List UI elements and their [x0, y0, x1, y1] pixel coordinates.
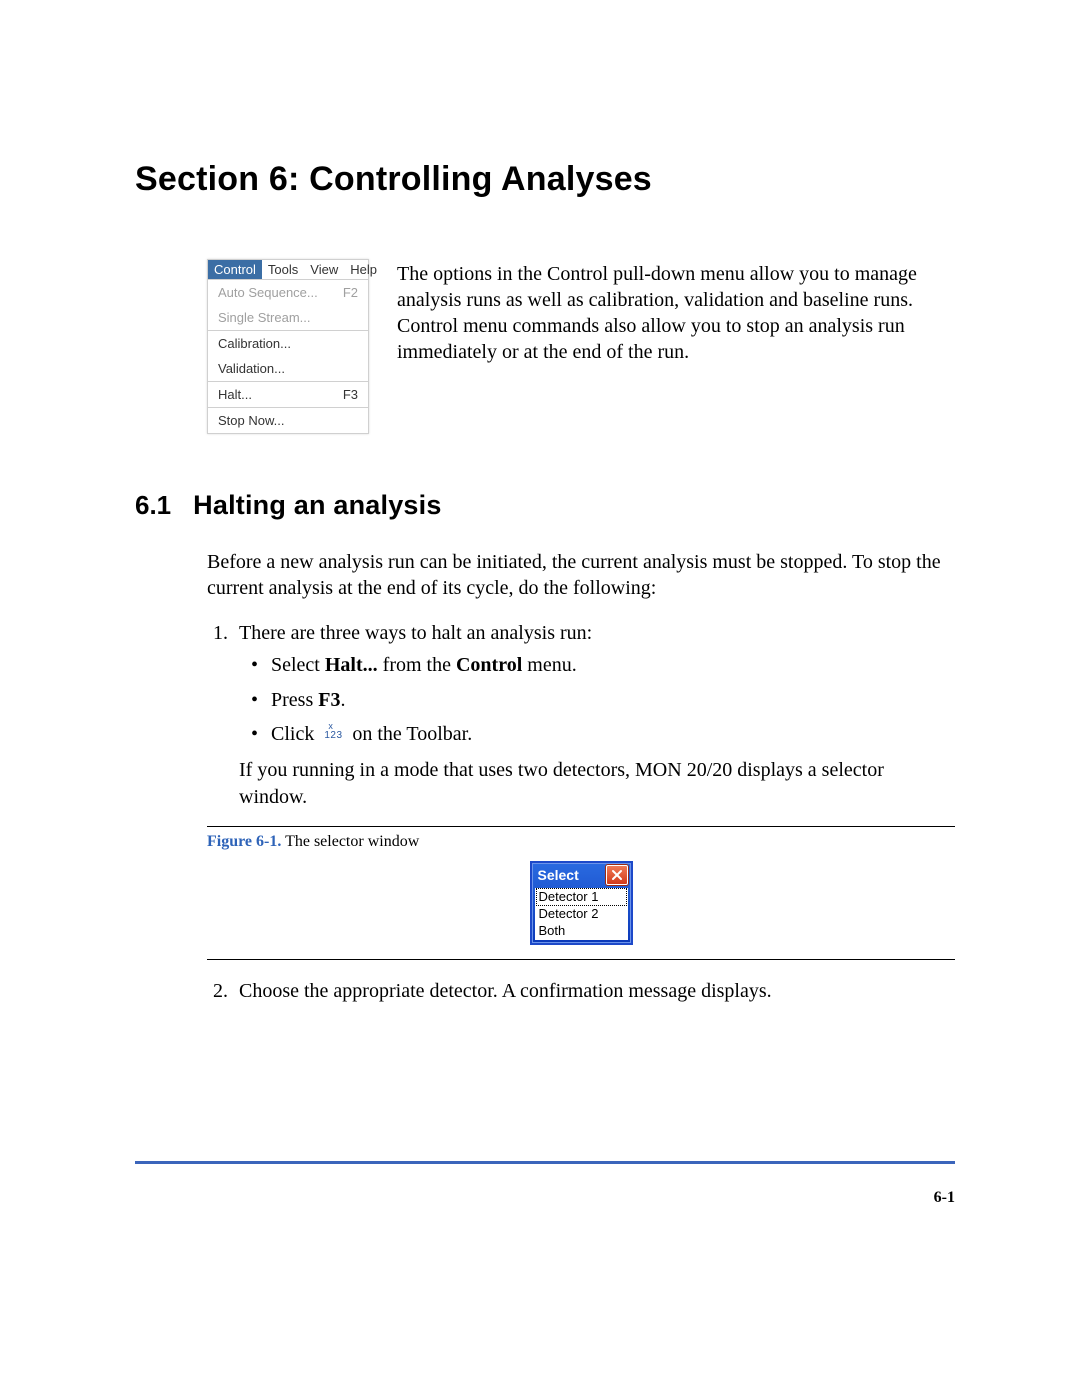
text-bold: F3 — [318, 689, 340, 711]
menu-item-label: Validation... — [218, 361, 285, 376]
text: Select — [271, 654, 325, 676]
step-2-text: Choose the appropriate detector. A confi… — [239, 980, 772, 1002]
selector-option-detector-2[interactable]: Detector 2 — [535, 906, 628, 923]
close-button[interactable] — [606, 865, 628, 885]
selector-option-detector-1[interactable]: Detector 1 — [536, 888, 627, 906]
step-2: Choose the appropriate detector. A confi… — [233, 978, 955, 1004]
text-bold: Halt... — [325, 654, 378, 676]
control-menu: Control Tools View Help Auto Sequence...… — [207, 259, 369, 434]
text: . — [340, 689, 345, 711]
bullet-click-toolbar: Click x123 on the Toolbar. — [251, 721, 955, 747]
step-1: There are three ways to halt an analysis… — [233, 620, 955, 810]
menu-item-label: Halt... — [218, 387, 252, 402]
figure-caption-text: The selector window — [281, 833, 419, 850]
figure-caption: Figure 6-1. The selector window — [207, 833, 955, 851]
step-1-note: If you running in a mode that uses two d… — [239, 757, 955, 810]
text-bold: Control — [456, 654, 522, 676]
text: on the Toolbar. — [347, 723, 472, 745]
bullet-press-f3: Press F3. — [251, 687, 955, 713]
figure-number: Figure 6-1. — [207, 833, 281, 850]
selector-list: Detector 1 Detector 2 Both — [535, 888, 628, 940]
selector-option-both[interactable]: Both — [535, 923, 628, 940]
close-icon — [611, 869, 623, 881]
menu-bar-item-help[interactable]: Help — [344, 260, 383, 279]
menu-item-validation[interactable]: Validation... — [208, 356, 368, 381]
menu-bar-item-tools[interactable]: Tools — [262, 260, 304, 279]
menu-item-stop-now[interactable]: Stop Now... — [208, 408, 368, 433]
menu-item-shortcut: F3 — [343, 387, 358, 402]
menu-item-label: Stop Now... — [218, 413, 284, 428]
text: Click — [271, 723, 319, 745]
menu-item-label: Single Stream... — [218, 310, 311, 325]
menu-bar-item-control[interactable]: Control — [208, 260, 262, 279]
menu-bar: Control Tools View Help — [208, 260, 368, 280]
page-number: 6-1 — [934, 1189, 955, 1207]
menu-item-auto-sequence[interactable]: Auto Sequence... F2 — [208, 280, 368, 305]
selector-titlebar: Select — [532, 863, 631, 888]
menu-item-single-stream[interactable]: Single Stream... — [208, 305, 368, 330]
menu-bar-item-view[interactable]: View — [304, 260, 344, 279]
text: menu. — [522, 654, 576, 676]
halt-toolbar-icon: x123 — [323, 722, 343, 742]
text: from the — [378, 654, 456, 676]
figure-rule-top — [207, 826, 955, 827]
step-1-lead: There are three ways to halt an analysis… — [239, 622, 592, 644]
footer-rule — [135, 1161, 955, 1164]
subsection-title: Halting an analysis — [193, 490, 441, 521]
icon-glyph: 123 — [324, 729, 342, 742]
section-title: Section 6: Controlling Analyses — [135, 160, 955, 199]
subsection-number: 6.1 — [135, 490, 171, 521]
menu-item-shortcut: F2 — [343, 285, 358, 300]
selector-window-title: Select — [538, 867, 579, 883]
figure-rule-bottom — [207, 959, 955, 960]
bullet-select-halt: Select Halt... from the Control menu. — [251, 652, 955, 678]
subsection-intro: Before a new analysis run can be initiat… — [207, 549, 955, 602]
menu-item-label: Auto Sequence... — [218, 285, 318, 300]
menu-item-calibration[interactable]: Calibration... — [208, 331, 368, 356]
text: Press — [271, 689, 318, 711]
section-intro: The options in the Control pull-down men… — [397, 259, 955, 365]
menu-item-label: Calibration... — [218, 336, 291, 351]
menu-item-halt[interactable]: Halt... F3 — [208, 382, 368, 407]
selector-window: Select Detector 1 Detector 2 Both — [530, 861, 633, 945]
